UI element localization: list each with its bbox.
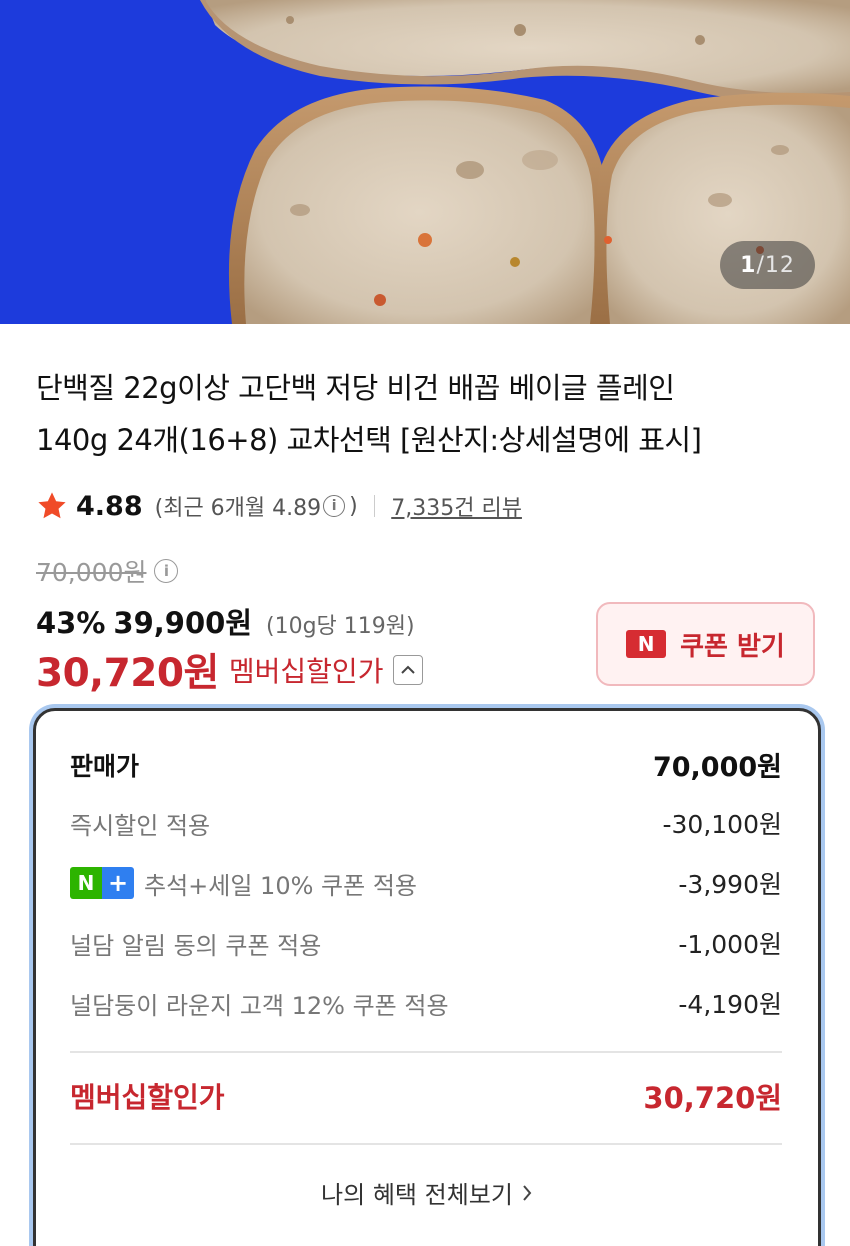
image-counter: 1 / 12 (720, 241, 815, 289)
recent-rating-close: ) (349, 493, 358, 519)
star-icon (38, 492, 66, 519)
member-price-label: 멤버십할인가 (228, 655, 384, 688)
member-price-row: 30,720원 멤버십할인가 (36, 642, 424, 698)
collapse-toggle[interactable] (393, 655, 424, 685)
naver-n-mark: N (70, 867, 102, 899)
plus-mark: + (102, 867, 134, 899)
product-image[interactable]: 1 / 12 (0, 0, 850, 324)
product-title: 단백질 22g이상 고단백 저당 비건 배꼽 베이글 플레인 140g 24개(… (36, 362, 826, 466)
recent-rating-text: (최근 6개월 4.89 (154, 496, 322, 521)
sale-price-row: 43% 39,900원 (10g당 119원) (36, 600, 415, 640)
chevron-up-icon (401, 665, 416, 674)
breakdown-item: 즉시할인 적용 -30,100원 (70, 805, 782, 841)
original-price: 70,000원 (36, 558, 147, 587)
breakdown-amount: -1,000원 (678, 930, 782, 959)
breakdown-sale-price: 판매가 70,000원 (70, 745, 782, 784)
rating-row: 4.88 (최근 6개월 4.89 i ) 7,335건 리뷰 (36, 486, 522, 526)
product-title-line2: 140g 24개(16+8) 교차선택 [원산지:상세설명에 표시] (36, 423, 702, 457)
unit-price: (10g당 119원) (266, 614, 415, 639)
breakdown-label-wrap: N + 추석+세일 10% 쿠폰 적용 (70, 866, 417, 901)
breakdown-amount: -4,190원 (678, 990, 782, 1019)
total-label: 멤버십할인가 (70, 1081, 225, 1114)
counter-total: 12 (764, 252, 795, 278)
breakdown-label: 판매가 (70, 751, 140, 781)
total-amount: 30,720원 (643, 1081, 782, 1115)
counter-current: 1 (740, 252, 757, 278)
counter-separator: / (756, 252, 765, 278)
coupon-button-label: 쿠폰 받기 (680, 631, 785, 662)
divider (70, 1143, 782, 1145)
recent-rating: (최근 6개월 4.89 i ) (155, 490, 358, 522)
discount-rate: 43% (36, 606, 106, 640)
breakdown-total: 멤버십할인가 30,720원 (70, 1075, 782, 1117)
sale-price: 39,900원 (113, 606, 253, 640)
price-breakdown-panel: 판매가 70,000원 즉시할인 적용 -30,100원 N + 추석+세일 1… (33, 708, 821, 1246)
breakdown-amount: -3,990원 (678, 870, 782, 899)
breakdown-item: 널담둥이 라운지 고객 12% 쿠폰 적용 -4,190원 (70, 985, 782, 1021)
price-info-icon[interactable]: i (154, 559, 179, 583)
original-price-row: 70,000원 i (36, 554, 182, 588)
breakdown-label: 추석+세일 10% 쿠폰 적용 (144, 871, 417, 900)
breakdown-amount: -30,100원 (662, 810, 783, 839)
divider (373, 495, 376, 517)
breakdown-amount: 70,000원 (652, 752, 782, 783)
breakdown-label: 즉시할인 적용 (70, 811, 211, 840)
breakdown-item: N + 추석+세일 10% 쿠폰 적용 -3,990원 (70, 865, 782, 901)
breakdown-label: 널담둥이 라운지 고객 12% 쿠폰 적용 (70, 991, 449, 1020)
naver-plus-icon: N + (70, 867, 134, 899)
rating-score: 4.88 (76, 490, 143, 522)
view-all-label: 나의 혜택 전체보기 (321, 1181, 513, 1209)
naver-n-icon: N (626, 630, 667, 658)
info-icon[interactable]: i (323, 495, 346, 517)
chevron-right-icon (523, 1184, 532, 1201)
get-coupon-button[interactable]: N 쿠폰 받기 (596, 602, 815, 686)
breakdown-item: 널담 알림 동의 쿠폰 적용 -1,000원 (70, 925, 782, 961)
breakdown-label: 널담 알림 동의 쿠폰 적용 (70, 931, 322, 960)
view-all-benefits-link[interactable]: 나의 혜택 전체보기 (36, 1175, 818, 1210)
member-price: 30,720원 (36, 651, 219, 696)
divider (70, 1051, 782, 1053)
review-count-link[interactable]: 7,335건 리뷰 (391, 490, 522, 522)
product-title-line1: 단백질 22g이상 고단백 저당 비건 배꼽 베이글 플레인 (36, 371, 675, 405)
